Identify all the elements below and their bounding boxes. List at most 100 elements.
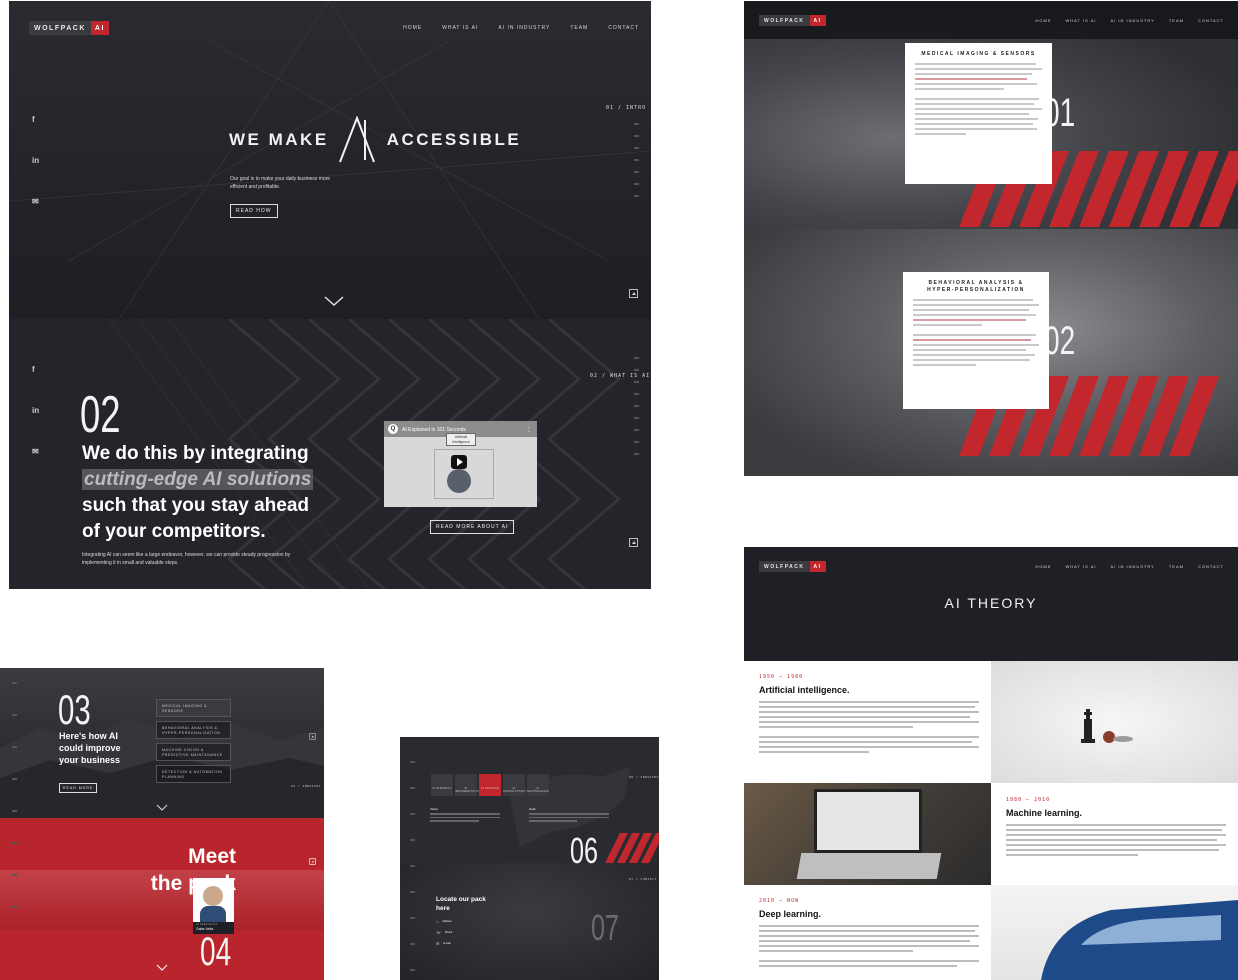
chevron-down-icon[interactable] bbox=[156, 964, 168, 972]
nav-home[interactable]: HOME bbox=[403, 25, 422, 31]
video-label-2: Intelligence bbox=[452, 440, 470, 444]
team-member-card[interactable]: AI SPECIALIST Gabe Jetta bbox=[193, 878, 234, 934]
chevron-down-icon[interactable] bbox=[324, 295, 344, 307]
section-dots[interactable] bbox=[12, 682, 17, 908]
medical-imaging-card[interactable]: MEDICAL IMAGING & SENSORS bbox=[905, 43, 1052, 184]
location-icon: ⌂ bbox=[436, 919, 439, 924]
mail-icon[interactable]: ✉ bbox=[32, 447, 39, 456]
section-label-contact: 07 / CONTACT bbox=[629, 877, 657, 881]
facebook-icon[interactable]: f bbox=[32, 365, 39, 374]
menu-detection-automation[interactable]: DETECTION & AUTOMATION PLANNING bbox=[156, 765, 231, 783]
section-label-what-is-ai: 02 / WHAT IS AI bbox=[590, 373, 651, 379]
section-2-heading: We do this by integrating cutting-edge A… bbox=[82, 441, 322, 545]
theory-title: Artificial intelligence. bbox=[759, 685, 850, 695]
scroll-top-icon[interactable] bbox=[309, 733, 316, 740]
video-diagram-label: Artificial Intelligence bbox=[446, 433, 476, 446]
menu-medical-imaging[interactable]: MEDICAL IMAGING & SENSORS bbox=[156, 699, 231, 717]
logo-wolfpack: WOLFPACK bbox=[29, 21, 91, 35]
heading-highlight: cutting-edge AI solutions bbox=[82, 469, 314, 490]
more-icon[interactable]: ⋮ bbox=[526, 426, 532, 433]
facebook-icon[interactable]: f bbox=[32, 115, 39, 124]
card-body bbox=[913, 299, 1039, 366]
card-title-2: HYPER-PERSONALIZATION bbox=[913, 287, 1039, 293]
theory-title: Machine learning. bbox=[1006, 808, 1083, 818]
card-title: BEHAVIORAL ANALYSIS & bbox=[913, 280, 1039, 286]
heading-line-2: such that you stay ahead of your competi… bbox=[82, 495, 310, 542]
hero-section: WOLFPACK AI HOME WHAT IS AI AI IN INDUST… bbox=[9, 1, 651, 319]
read-more-button[interactable]: READ MORE bbox=[59, 783, 98, 793]
theory-item-ai: 1950 – 1980 Artificial intelligence. bbox=[759, 674, 979, 756]
menu-machine-vision[interactable]: MACHINE VISION & PREDICTIVE MAINTENANCE bbox=[156, 743, 231, 761]
section-number-03: 03 bbox=[58, 686, 91, 733]
home-page-preview: WOLFPACK AI HOME WHAT IS AI AI IN INDUST… bbox=[9, 1, 651, 589]
logo[interactable]: WOLFPACK AI bbox=[29, 21, 109, 35]
nav-team[interactable]: TEAM bbox=[1169, 564, 1184, 569]
section-7-heading: Locate our pack here bbox=[436, 896, 486, 912]
hero-title-right: ACCESSIBLE bbox=[386, 130, 522, 149]
chess-photo bbox=[991, 661, 1238, 783]
logo-wolfpack: WOLFPACK bbox=[759, 561, 810, 572]
section-dots[interactable] bbox=[410, 761, 415, 971]
contact-email: ✉ E-mail bbox=[436, 941, 452, 946]
nav-team[interactable]: TEAM bbox=[570, 25, 588, 31]
nav-contact[interactable]: CONTACT bbox=[608, 25, 639, 31]
industry-and-team-preview: 03 Here's how AI could improve your busi… bbox=[0, 668, 324, 980]
nav-what-is-ai[interactable]: WHAT IS AI bbox=[1065, 564, 1096, 569]
theory-title: Deep learning. bbox=[759, 909, 822, 919]
car-photo bbox=[991, 885, 1238, 980]
social-links-2: f in ✉ bbox=[32, 365, 39, 456]
card-title: MEDICAL IMAGING & SENSORS bbox=[921, 51, 1036, 57]
theory-years: 2010 – NOW bbox=[759, 898, 800, 904]
section-number-07: 07 bbox=[591, 907, 620, 948]
read-how-button[interactable]: READ HOW bbox=[230, 204, 278, 218]
chevron-down-icon[interactable] bbox=[156, 804, 168, 812]
social-links: f in ✉ bbox=[32, 115, 39, 206]
laptop-photo bbox=[744, 783, 991, 885]
section-dots[interactable] bbox=[634, 123, 639, 197]
card-title-line-1: BEHAVIORAL ANALYSIS & bbox=[928, 280, 1024, 286]
heading-meet: Meet bbox=[188, 845, 236, 868]
avatar-body bbox=[200, 906, 226, 922]
card-body bbox=[915, 63, 1042, 135]
hero-title-left: WE MAKE bbox=[229, 130, 329, 149]
theory-item-ml: 1980 – 2010 Machine learning. bbox=[1006, 797, 1226, 859]
phone-title: Phone bbox=[445, 931, 453, 934]
industry-menu: MEDICAL IMAGING & SENSORS BEHAVIORAL ANA… bbox=[156, 699, 231, 783]
read-more-about-ai-button[interactable]: READ MORE ABOUT AI bbox=[430, 520, 515, 534]
theory-years: 1950 – 1980 bbox=[759, 674, 804, 680]
section-label-intro: 01 / INTRO bbox=[606, 105, 647, 111]
scroll-top-icon[interactable] bbox=[629, 289, 638, 298]
scroll-top-icon[interactable] bbox=[309, 858, 316, 865]
behavioral-analysis-card[interactable]: BEHAVIORAL ANALYSIS & HYPER-PERSONALIZAT… bbox=[903, 272, 1049, 409]
theory-header: WOLFPACK AI HOME WHAT IS AI AI IN INDUST… bbox=[744, 547, 1238, 661]
mail-icon[interactable]: ✉ bbox=[32, 197, 39, 206]
section-dots[interactable] bbox=[634, 357, 639, 455]
video-embed[interactable]: Q AI Explained in 101 Seconds ⋮ Artifici… bbox=[384, 421, 537, 507]
avatar bbox=[203, 886, 223, 906]
theory-years: 1980 – 2010 bbox=[1006, 797, 1051, 803]
menu-behavioral-analysis[interactable]: BEHAVIORAL ANALYSIS & HYPER-PERSONALIZAT… bbox=[156, 721, 231, 739]
contact-info: ⌂ Address ☏ Phone ✉ E-mail bbox=[436, 919, 452, 946]
hero-title: WE MAKE ACCESSIBLE bbox=[229, 116, 521, 164]
nav-home[interactable]: HOME bbox=[1035, 564, 1051, 569]
scroll-top-icon[interactable] bbox=[629, 538, 638, 547]
section-2-body: Integrating AI can seem like a large end… bbox=[82, 552, 291, 566]
contact-phone: ☏ Phone bbox=[436, 930, 452, 935]
section-label-industry: 03 / INDUSTRY bbox=[291, 784, 321, 788]
nav-ai-in-industry[interactable]: AI IN INDUSTRY bbox=[498, 25, 550, 31]
car-icon bbox=[1041, 900, 1238, 980]
laptop-keyboard bbox=[796, 853, 942, 879]
nav-contact[interactable]: CONTACT bbox=[1198, 564, 1224, 569]
linkedin-icon[interactable]: in bbox=[32, 156, 39, 165]
contact-address: ⌂ Address bbox=[436, 919, 452, 924]
services-and-contact-preview: AI STRATEGY AI IMPLEMENTATION AI TRAININ… bbox=[400, 737, 659, 980]
nav-ai-in-industry[interactable]: AI IN INDUSTRY bbox=[1110, 564, 1154, 569]
channel-avatar: Q bbox=[388, 424, 398, 434]
nav-what-is-ai[interactable]: WHAT IS AI bbox=[442, 25, 478, 31]
ai-logo-icon bbox=[338, 116, 375, 163]
logo[interactable]: WOLFPACK AI bbox=[759, 561, 826, 572]
card-title-line-2: HYPER-PERSONALIZATION bbox=[927, 287, 1025, 293]
linkedin-icon[interactable]: in bbox=[32, 406, 39, 415]
section-3-heading: Here's how AI could improve your busines… bbox=[59, 731, 121, 765]
play-button[interactable] bbox=[451, 455, 467, 469]
